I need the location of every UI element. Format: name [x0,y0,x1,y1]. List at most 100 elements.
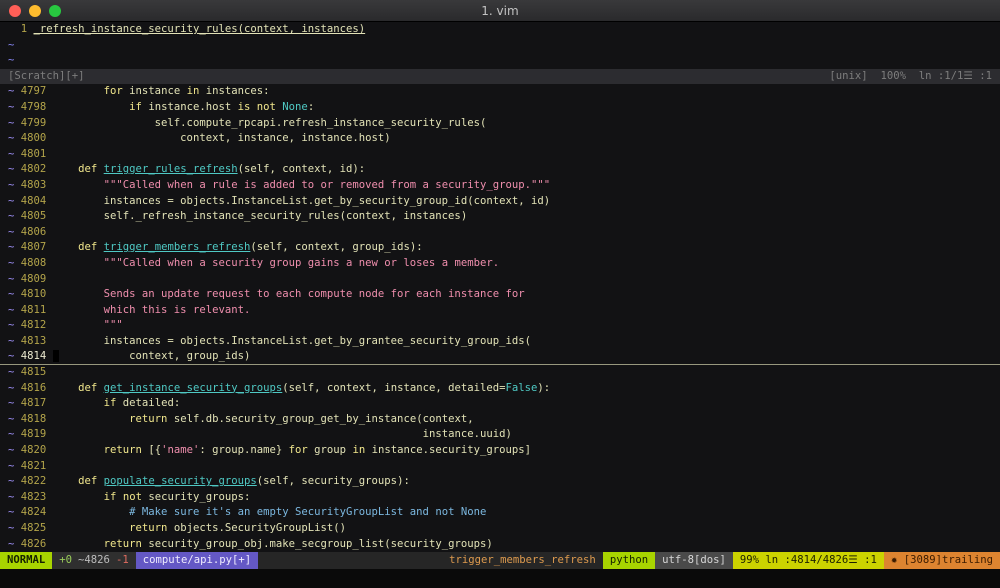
command-line[interactable] [0,569,1000,588]
code-line[interactable]: ~4813 instances = objects.InstanceList.g… [0,334,1000,350]
line-number: 4807 [21,240,47,256]
line-number: 4816 [21,381,47,397]
line-number: 4806 [21,225,47,241]
gitgutter-modified-sign: ~ [8,349,21,365]
line-number: 4821 [21,459,47,475]
code-text: if detailed: [53,396,181,412]
code-text: return [{'name': group.name} for group i… [53,443,531,459]
line-number: 4826 [21,537,47,553]
line-number: 4824 [21,505,47,521]
gitgutter-modified-sign: ~ [8,116,21,132]
code-line[interactable]: ~4807 def trigger_members_refresh(self, … [0,240,1000,256]
line-number: 4802 [21,162,47,178]
code-line[interactable]: ~4821 [0,459,1000,475]
code-line[interactable]: ~4805 self._refresh_instance_security_ru… [0,209,1000,225]
gitgutter-modified-sign: ~ [8,459,21,475]
code-line[interactable]: ~4804 instances = objects.InstanceList.g… [0,194,1000,210]
code-line[interactable]: ~4809 [0,272,1000,288]
filetype-segment: python [603,552,655,569]
code-line[interactable]: ~4818 return self.db.security_group_get_… [0,412,1000,428]
code-text: def populate_security_groups(self, secur… [53,474,410,490]
line-number: 4818 [21,412,47,428]
code-text: which this is relevant. [53,303,251,319]
code-text: for instance in instances: [53,84,270,100]
empty-buffer-line: ~ [0,38,1000,54]
gitgutter-modified-sign: ~ [8,256,21,272]
gitgutter-modified-sign: ~ [8,396,21,412]
line-number: 4817 [21,396,47,412]
code-line[interactable]: ~4826 return security_group_obj.make_sec… [0,537,1000,553]
gitgutter-modified-sign: ~ [8,381,21,397]
line-number: 4810 [21,287,47,303]
line-number: 4804 [21,194,47,210]
code-text: if not security_groups: [53,490,251,506]
tilde-marker: ~ [8,38,14,54]
empty-buffer-area: ~~ [0,38,1000,69]
gitgutter-modified-sign: ~ [8,240,21,256]
code-line[interactable]: ~4814 context, group_ids) [0,349,1000,365]
gitgutter-modified-sign: ~ [8,225,21,241]
code-line[interactable]: ~4812 """ [0,318,1000,334]
gitgutter-modified-sign: ~ [8,412,21,428]
preview-line[interactable]: 1_refresh_instance_security_rules(contex… [0,22,1000,38]
gitgutter-modified-sign: ~ [8,303,21,319]
code-line[interactable]: ~4816 def get_instance_security_groups(s… [0,381,1000,397]
code-line[interactable]: ~4800 context, instance, instance.host) [0,131,1000,147]
gitgutter-modified-sign: ~ [8,84,21,100]
code-line[interactable]: ~4815 [0,365,1000,381]
close-button[interactable] [9,5,21,17]
filename-segment: compute/api.py[+] [136,552,258,569]
line-number: 4825 [21,521,47,537]
line-number: 4819 [21,427,47,443]
code-text: def trigger_members_refresh(self, contex… [53,240,423,256]
code-line[interactable]: ~4810 Sends an update request to each co… [0,287,1000,303]
code-text: instances = objects.InstanceList.get_by_… [53,194,550,210]
line-number: 4801 [21,147,47,163]
line-number: 4800 [21,131,47,147]
code-line[interactable]: ~4802 def trigger_rules_refresh(self, co… [0,162,1000,178]
code-line[interactable]: ~4803 """Called when a rule is added to … [0,178,1000,194]
code-buffer[interactable]: ~4797 for instance in instances:~4798 if… [0,84,1000,552]
code-line[interactable]: ~4819 instance.uuid) [0,427,1000,443]
traffic-lights [9,0,61,21]
line-number: 4815 [21,365,47,381]
code-line[interactable]: ~4801 [0,147,1000,163]
line-number: 4822 [21,474,47,490]
code-line[interactable]: ~4824 # Make sure it's an empty Security… [0,505,1000,521]
code-line[interactable]: ~4817 if detailed: [0,396,1000,412]
code-text: """Called when a security group gains a … [53,256,499,272]
code-line[interactable]: ~4822 def populate_security_groups(self,… [0,474,1000,490]
terminal-window: 1. vim 1_refresh_instance_security_rules… [0,0,1000,588]
titlebar: 1. vim [0,0,1000,22]
code-text: def get_instance_security_groups(self, c… [53,381,551,397]
code-text: if instance.host is not None: [53,100,315,116]
code-text: """Called when a rule is added to or rem… [53,178,551,194]
preview-window[interactable]: 1_refresh_instance_security_rules(contex… [0,22,1000,84]
code-line[interactable]: ~4798 if instance.host is not None: [0,100,1000,116]
code-line[interactable]: ~4797 for instance in instances: [0,84,1000,100]
code-text: return self.db.security_group_get_by_ins… [53,412,474,428]
code-line[interactable]: ~4799 self.compute_rpcapi.refresh_instan… [0,116,1000,132]
code-line[interactable]: ~4823 if not security_groups: [0,490,1000,506]
code-text: return security_group_obj.make_secgroup_… [53,537,493,553]
scratch-buffer-name: [Scratch][+] [8,69,85,85]
minimize-button[interactable] [29,5,41,17]
inactive-statusline[interactable]: [Scratch][+] [unix] 100% ln :1/1☰ :1 [0,69,1000,85]
encoding-segment: utf-8[dos] [655,552,733,569]
fullscreen-button[interactable] [49,5,61,17]
gitgutter-modified-sign: ~ [8,100,21,116]
gitgutter-modified-sign: ~ [8,178,21,194]
window-title: 1. vim [481,4,518,18]
gitgutter-modified-sign: ~ [8,365,21,381]
gitgutter-modified-sign: ~ [8,287,21,303]
gitgutter-modified-sign: ~ [8,272,21,288]
code-line[interactable]: ~4820 return [{'name': group.name} for g… [0,443,1000,459]
line-number: 4809 [21,272,47,288]
code-text: Sends an update request to each compute … [53,287,525,303]
code-line[interactable]: ~4808 """Called when a security group ga… [0,256,1000,272]
hunks-added: +0 [59,552,72,569]
code-line[interactable]: ~4806 [0,225,1000,241]
code-line[interactable]: ~4825 return objects.SecurityGroupList() [0,521,1000,537]
code-line[interactable]: ~4811 which this is relevant. [0,303,1000,319]
preview-line-holder: 1_refresh_instance_security_rules(contex… [0,22,1000,38]
